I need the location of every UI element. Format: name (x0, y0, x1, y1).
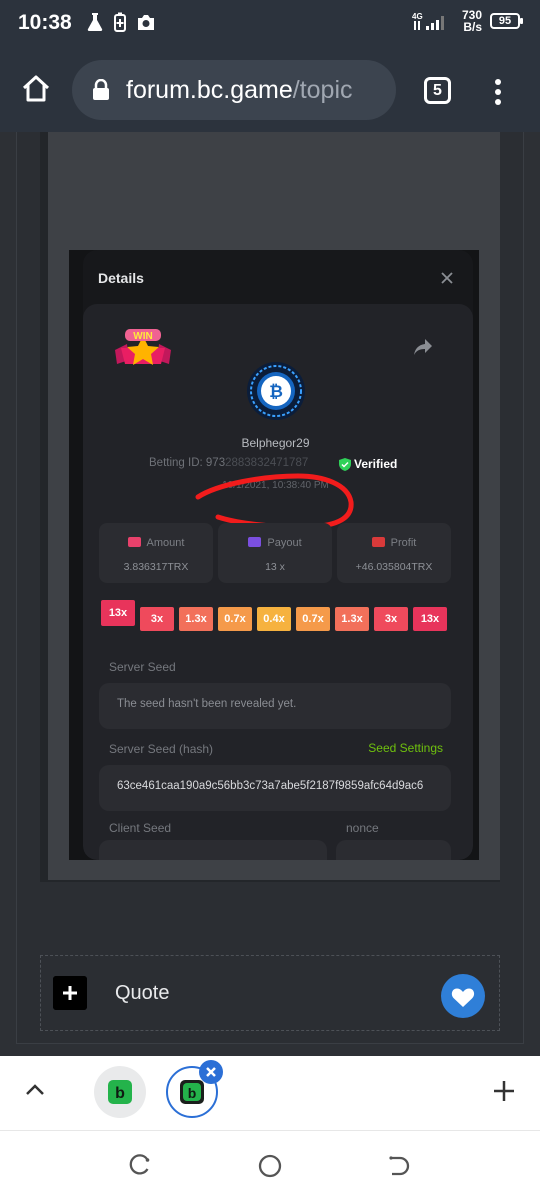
client-seed-label: Client Seed (109, 821, 172, 835)
signal-icon: 4G (412, 12, 444, 30)
stat-profit: Profit +46.035804TRX (337, 523, 451, 583)
multiplier-slot: 0.4x (257, 607, 291, 631)
profit-icon (371, 537, 385, 547)
stat-payout: Payout 13 x (218, 523, 332, 583)
server-seed-hash-label: Server Seed (hash) (109, 742, 214, 756)
recent-apps-icon[interactable] (127, 1153, 153, 1179)
multiplier-slot: 1.3x (179, 607, 213, 631)
multiplier-slot: 3x (140, 607, 174, 631)
status-bar: 10:38 4G 730 B/s 95 (0, 0, 540, 50)
tab-thumbnail[interactable]: b (94, 1066, 146, 1118)
address-bar[interactable]: forum.bc.game/topic (72, 60, 396, 120)
tab-switcher-button[interactable]: 5 (424, 77, 451, 104)
new-tab-plus-icon[interactable] (493, 1080, 515, 1102)
username: Belphegor29 (241, 436, 310, 450)
home-icon[interactable] (20, 73, 52, 105)
flask-icon (87, 13, 103, 31)
close-icon (441, 272, 453, 284)
tab-strip: b b (0, 1056, 540, 1130)
network-speed: 730 B/s (461, 8, 482, 34)
multiplier-slot: 1.3x (335, 607, 369, 631)
bet-card: WIN ₿ Belphegor29 Betting ID: 9732883832… (83, 304, 473, 860)
status-left-icons (86, 12, 156, 32)
system-nav-bar (0, 1130, 540, 1200)
bitcoin-avatar-icon: ₿ (247, 362, 305, 420)
battery-indicator: 95 (490, 13, 523, 29)
bc-game-logo-icon: b (108, 1080, 132, 1104)
svg-text:₿: ₿ (269, 382, 283, 402)
stat-amount: Amount 3.836317TRX (99, 523, 213, 583)
close-icon (206, 1067, 216, 1077)
quote-label[interactable]: Quote (115, 982, 169, 1005)
multiplier-slot: 0.7x (218, 607, 252, 631)
svg-text:b: b (188, 1085, 197, 1101)
url-text: forum.bc.game/topic (126, 76, 353, 104)
server-seed-field: The seed hasn't been revealed yet. (99, 683, 451, 729)
payout-icon (248, 537, 262, 547)
quote-plus-button[interactable] (53, 976, 87, 1010)
seed-settings-link: Seed Settings (368, 741, 443, 755)
heart-icon (451, 988, 475, 1007)
win-badge-icon: WIN (115, 329, 171, 365)
client-seed-field (99, 840, 327, 860)
chevron-up-icon[interactable] (24, 1083, 46, 1097)
server-seed-label: Server Seed (109, 660, 176, 674)
nonce-field (336, 840, 451, 860)
quote-bar: Quote (40, 955, 500, 1031)
svg-text:WIN: WIN (133, 331, 152, 342)
battery-saver-icon (114, 12, 126, 32)
lock-icon (93, 79, 109, 100)
back-icon[interactable] (386, 1153, 412, 1179)
embedded-screenshot[interactable]: Details WIN ₿ Belphegor29 Betting ID: 97… (69, 250, 479, 860)
browser-toolbar: forum.bc.game/topic 5 (0, 50, 540, 132)
server-seed-hash-field: 63ce461caa190a9c56bb3c73a7abe5f2187f9859… (99, 765, 451, 811)
close-tab-button[interactable] (199, 1060, 223, 1084)
multiplier-slot: 13x (413, 607, 447, 631)
share-icon (414, 339, 432, 355)
network-type: 4G (412, 12, 423, 21)
status-right-icons: 4G 730 B/s 95 (412, 8, 523, 34)
like-button[interactable] (441, 974, 485, 1018)
camera-icon (138, 15, 154, 30)
multiplier-slot: 0.7x (296, 607, 330, 631)
forum-page: 10 10 Details WIN ₿ (0, 132, 540, 1056)
multiplier-slot: 13x (101, 600, 135, 626)
status-time: 10:38 (18, 11, 72, 34)
multiplier-slot: 3x (374, 607, 408, 631)
nonce-label: nonce (346, 821, 379, 835)
modal-title: Details (98, 270, 144, 286)
bet-details-modal: Details WIN ₿ Belphegor29 Betting ID: 97… (83, 250, 473, 860)
amount-icon (127, 537, 141, 547)
more-options-icon[interactable] (492, 78, 504, 106)
svg-text:b: b (115, 1085, 125, 1102)
home-nav-icon[interactable] (257, 1153, 283, 1179)
